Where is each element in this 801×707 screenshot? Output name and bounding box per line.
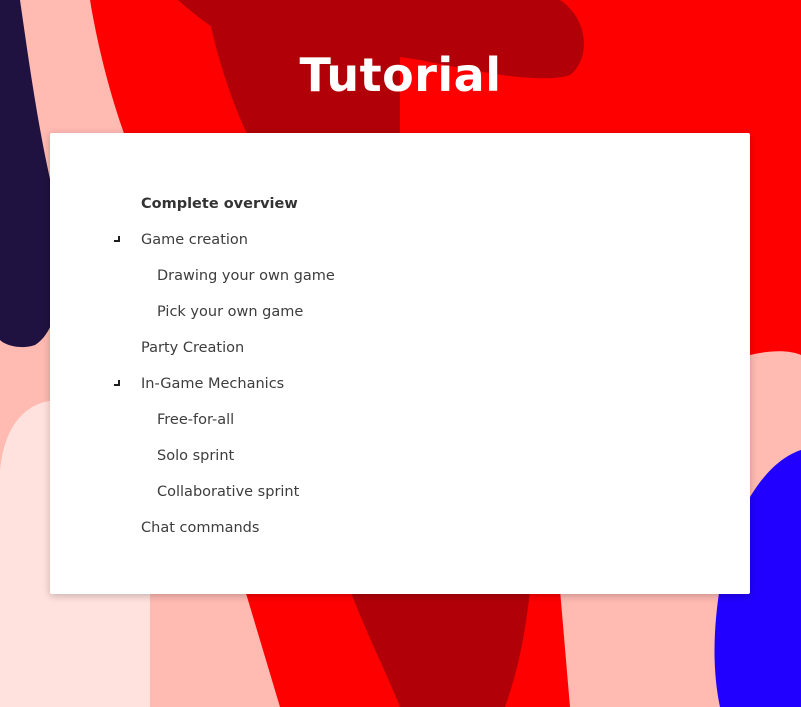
table-of-contents: Complete overview Game creation Drawing … (50, 186, 750, 546)
toc-item-label[interactable]: Complete overview (141, 196, 298, 212)
tutorial-card: Complete overview Game creation Drawing … (50, 133, 750, 594)
toc-item-drawing-your-own-game[interactable]: Drawing your own game (50, 258, 750, 294)
toc-item-complete-overview[interactable]: Complete overview (50, 186, 750, 222)
toc-item-collaborative-sprint[interactable]: Collaborative sprint (50, 474, 750, 510)
toc-item-label[interactable]: Chat commands (141, 520, 259, 536)
toc-item-pick-your-own-game[interactable]: Pick your own game (50, 294, 750, 330)
corner-expander-icon[interactable] (114, 236, 120, 242)
toc-item-chat-commands[interactable]: Chat commands (50, 510, 750, 546)
page-title: Tutorial (299, 48, 502, 102)
toc-item-label[interactable]: Party Creation (141, 340, 244, 356)
toc-item-label[interactable]: Drawing your own game (157, 268, 335, 284)
toc-item-label[interactable]: Solo sprint (157, 448, 234, 464)
toc-item-solo-sprint[interactable]: Solo sprint (50, 438, 750, 474)
toc-item-party-creation[interactable]: Party Creation (50, 330, 750, 366)
toc-item-game-creation[interactable]: Game creation (50, 222, 750, 258)
toc-item-label[interactable]: Collaborative sprint (157, 484, 299, 500)
corner-expander-icon[interactable] (114, 380, 120, 386)
toc-item-label[interactable]: In-Game Mechanics (141, 376, 284, 392)
toc-item-in-game-mechanics[interactable]: In-Game Mechanics (50, 366, 750, 402)
toc-item-label[interactable]: Game creation (141, 232, 248, 248)
toc-item-free-for-all[interactable]: Free-for-all (50, 402, 750, 438)
toc-item-label[interactable]: Free-for-all (157, 412, 234, 428)
toc-item-label[interactable]: Pick your own game (157, 304, 303, 320)
